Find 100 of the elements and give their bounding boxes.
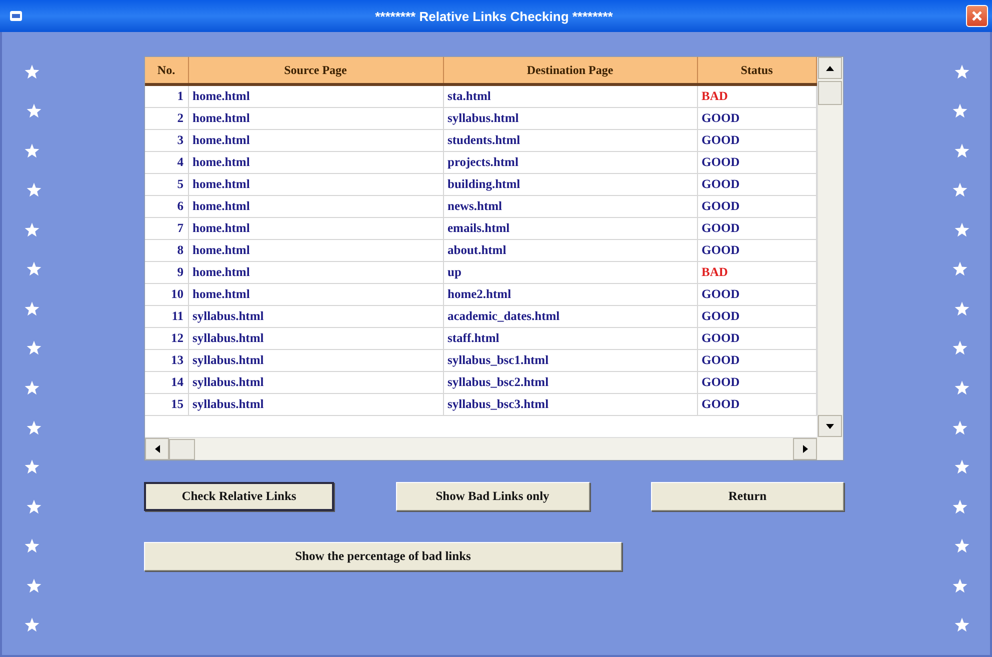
star-icon xyxy=(26,182,42,198)
table-cell: home.html xyxy=(188,262,443,284)
star-icon xyxy=(954,617,970,634)
star-icon xyxy=(952,498,968,515)
table-cell: BAD xyxy=(697,84,816,108)
table-cell: 14 xyxy=(145,372,188,394)
table-cell: up xyxy=(443,262,697,284)
scroll-right-button[interactable] xyxy=(793,438,817,460)
table-cell: GOOD xyxy=(697,350,816,372)
table-cell: home2.html xyxy=(443,284,697,306)
down-arrow-icon xyxy=(826,424,834,428)
table-cell: syllabus_bsc2.html xyxy=(443,372,697,394)
close-icon xyxy=(971,10,983,22)
star-icon xyxy=(26,578,42,594)
table-cell: projects.html xyxy=(443,152,697,174)
star-icon xyxy=(954,538,970,554)
column-header[interactable]: Destination Page xyxy=(443,57,697,84)
table-cell: students.html xyxy=(443,130,697,152)
table-cell: syllabus.html xyxy=(188,350,443,372)
percentage-button[interactable]: Show the percentage of bad links xyxy=(144,542,622,571)
column-header[interactable]: No. xyxy=(145,57,188,84)
table-cell: 13 xyxy=(145,350,188,372)
table-cell: home.html xyxy=(188,174,443,196)
star-icon xyxy=(26,498,42,515)
table-cell: home.html xyxy=(188,196,443,218)
star-icon xyxy=(952,340,968,356)
table-cell: GOOD xyxy=(697,372,816,394)
star-icon xyxy=(952,103,968,120)
table-cell: 7 xyxy=(145,218,188,240)
table-cell: GOOD xyxy=(697,218,816,240)
table-cell: 8 xyxy=(145,240,188,262)
table-cell: building.html xyxy=(443,174,697,196)
table-cell: home.html xyxy=(188,240,443,262)
return-button[interactable]: Return xyxy=(651,482,844,511)
column-header[interactable]: Status xyxy=(697,57,816,84)
check-links-button[interactable]: Check Relative Links xyxy=(144,482,334,511)
table-cell: 6 xyxy=(145,196,188,218)
table-cell: staff.html xyxy=(443,328,697,350)
table-cell: emails.html xyxy=(443,218,697,240)
table-cell: syllabus.html xyxy=(188,372,443,394)
table-cell: GOOD xyxy=(697,174,816,196)
table-cell: 10 xyxy=(145,284,188,306)
table-cell: 1 xyxy=(145,84,188,108)
star-icon xyxy=(26,103,42,120)
table-cell: 5 xyxy=(145,174,188,196)
window-title: ******** Relative Links Checking ******** xyxy=(374,8,614,24)
table-cell: GOOD xyxy=(697,130,816,152)
left-arrow-icon xyxy=(154,445,160,453)
table-cell: home.html xyxy=(188,130,443,152)
star-icon xyxy=(24,300,40,317)
table-cell: academic_dates.html xyxy=(443,306,697,328)
star-icon xyxy=(952,578,968,594)
close-button[interactable] xyxy=(966,5,988,27)
table-cell: syllabus.html xyxy=(188,306,443,328)
up-arrow-icon xyxy=(826,66,834,70)
star-icon xyxy=(26,420,42,436)
table-cell: sta.html xyxy=(443,84,697,108)
star-icon xyxy=(24,380,40,396)
star-icon xyxy=(954,64,970,80)
table-cell: GOOD xyxy=(697,240,816,262)
scroll-left-button[interactable] xyxy=(145,438,169,460)
table-cell: GOOD xyxy=(697,328,816,350)
scroll-thumb[interactable] xyxy=(169,438,195,460)
star-icon xyxy=(954,459,970,476)
app-icon xyxy=(10,11,22,21)
column-header[interactable]: Source Page xyxy=(188,57,443,84)
table-cell: syllabus.html xyxy=(188,328,443,350)
table-cell: home.html xyxy=(188,284,443,306)
star-icon xyxy=(954,300,970,317)
star-icon xyxy=(24,142,40,159)
star-icon xyxy=(24,459,40,476)
scroll-down-button[interactable] xyxy=(818,415,842,437)
star-icon xyxy=(954,380,970,396)
bad-links-button[interactable]: Show Bad Links only xyxy=(396,482,590,511)
scroll-up-button[interactable] xyxy=(818,57,842,79)
star-icon xyxy=(26,261,42,278)
table-cell: 15 xyxy=(145,394,188,416)
star-icon xyxy=(26,340,42,356)
table-cell: news.html xyxy=(443,196,697,218)
table-cell: syllabus_bsc3.html xyxy=(443,394,697,416)
table-cell: GOOD xyxy=(697,196,816,218)
right-arrow-icon xyxy=(802,445,808,453)
star-icon xyxy=(24,64,40,80)
table-cell: home.html xyxy=(188,152,443,174)
table-cell: GOOD xyxy=(697,152,816,174)
table-cell: about.html xyxy=(443,240,697,262)
table-cell: home.html xyxy=(188,108,443,130)
table-cell: 12 xyxy=(145,328,188,350)
table-cell: 3 xyxy=(145,130,188,152)
table-cell: 4 xyxy=(145,152,188,174)
table-cell: 11 xyxy=(145,306,188,328)
scroll-thumb[interactable] xyxy=(818,81,842,105)
table-cell: 2 xyxy=(145,108,188,130)
table-cell: GOOD xyxy=(697,108,816,130)
star-icon xyxy=(954,142,970,159)
table-cell: BAD xyxy=(697,262,816,284)
table-cell: GOOD xyxy=(697,394,816,416)
star-icon xyxy=(952,182,968,198)
table-cell: home.html xyxy=(188,218,443,240)
star-icon xyxy=(954,222,970,238)
